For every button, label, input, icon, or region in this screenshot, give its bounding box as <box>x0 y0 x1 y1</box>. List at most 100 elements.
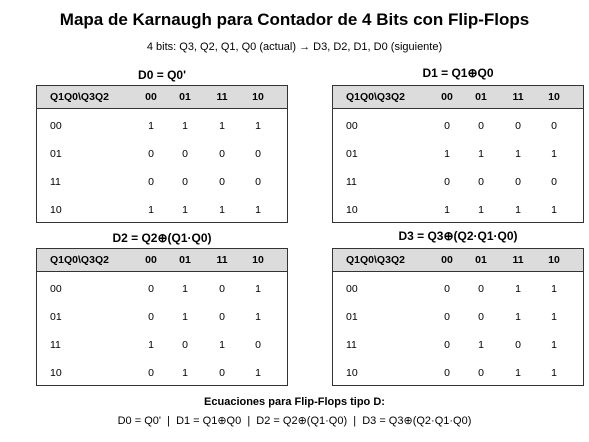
header-col-01: 01 <box>179 254 191 266</box>
cell: 1 <box>182 367 188 379</box>
cell: 0 <box>478 120 484 132</box>
table-row: 11 0 1 0 1 <box>333 332 583 360</box>
cell: 1 <box>515 367 521 379</box>
cell: 0 <box>182 176 188 188</box>
cell: 1 <box>551 311 557 323</box>
table-row: 00 0 1 0 1 <box>37 276 287 304</box>
cell: 0 <box>219 148 225 160</box>
cell: 0 <box>182 148 188 160</box>
cell: 1 <box>182 283 188 295</box>
table-row: 01 0 0 1 1 <box>333 304 583 332</box>
cell: 0 <box>478 283 484 295</box>
cell: 1 <box>219 339 225 351</box>
header-col-00: 00 <box>145 91 157 103</box>
table-row: 00 0 0 1 1 <box>333 276 583 304</box>
header-col-10: 10 <box>548 91 560 103</box>
cell: 0 <box>444 367 450 379</box>
map-title-d1: D1 = Q1⊕Q0 <box>422 66 494 80</box>
cell: 0 <box>515 120 521 132</box>
equations-text: D0 = Q0' | D1 = Q1⊕Q0 | D2 = Q2⊕(Q1·Q0) … <box>117 415 472 427</box>
kmap-d0: Q1Q0\Q3Q2 00 01 11 10 00 1 1 1 1 01 0 0 … <box>36 85 288 223</box>
table-row: 00 0 0 0 0 <box>333 113 583 141</box>
header-col-00: 00 <box>441 91 453 103</box>
cell: 0 <box>515 176 521 188</box>
row-label: 10 <box>50 367 62 379</box>
cell: 0 <box>148 176 154 188</box>
cell: 1 <box>255 283 261 295</box>
row-label: 01 <box>346 311 358 323</box>
cell: 0 <box>255 339 261 351</box>
row-label: 11 <box>50 339 61 351</box>
table-row: 11 0 0 0 0 <box>333 169 583 197</box>
cell: 0 <box>255 176 261 188</box>
table-row: 01 0 1 0 1 <box>37 304 287 332</box>
cell: 1 <box>182 120 188 132</box>
cell: 1 <box>551 283 557 295</box>
cell: 0 <box>478 367 484 379</box>
cell: 0 <box>444 283 450 295</box>
header-col-10: 10 <box>548 254 560 266</box>
cell: 1 <box>219 204 225 216</box>
table-row: 11 0 0 0 0 <box>37 169 287 197</box>
kmap-d2: Q1Q0\Q3Q2 00 01 11 10 00 0 1 0 1 01 0 1 … <box>36 248 288 386</box>
cell: 0 <box>148 311 154 323</box>
table-row: 00 1 1 1 1 <box>37 113 287 141</box>
kmap-d3: Q1Q0\Q3Q2 00 01 11 10 00 0 0 1 1 01 0 0 … <box>332 248 584 386</box>
map-title-d2: D2 = Q2⊕(Q1·Q0) <box>112 231 212 245</box>
cell: 0 <box>515 339 521 351</box>
kmap-d1: Q1Q0\Q3Q2 00 01 11 10 00 0 0 0 0 01 1 1 … <box>332 85 584 223</box>
cell: 0 <box>148 367 154 379</box>
cell: 0 <box>182 339 188 351</box>
cell: 1 <box>148 204 154 216</box>
header-corner: Q1Q0\Q3Q2 <box>50 254 109 266</box>
cell: 0 <box>148 148 154 160</box>
map-title-d3: D3 = Q3⊕(Q2·Q1·Q0) <box>398 229 518 243</box>
header-col-11: 11 <box>216 254 228 266</box>
table-row: 10 1 1 1 1 <box>333 197 583 225</box>
row-label: 01 <box>346 148 358 160</box>
row-label: 00 <box>50 120 62 132</box>
cell: 0 <box>551 120 557 132</box>
table-row: 10 0 0 1 1 <box>333 360 583 388</box>
cell: 1 <box>219 120 225 132</box>
header-col-00: 00 <box>145 254 157 266</box>
header-col-01: 01 <box>475 254 487 266</box>
row-label: 00 <box>346 283 358 295</box>
kmap-header: Q1Q0\Q3Q2 00 01 11 10 <box>333 86 583 109</box>
row-label: 00 <box>50 283 62 295</box>
cell: 1 <box>515 311 521 323</box>
cell: 1 <box>515 283 521 295</box>
table-row: 10 1 1 1 1 <box>37 197 287 225</box>
cell: 1 <box>182 311 188 323</box>
header-col-11: 11 <box>512 254 524 266</box>
header-corner: Q1Q0\Q3Q2 <box>50 91 109 103</box>
cell: 0 <box>219 176 225 188</box>
cell: 1 <box>255 311 261 323</box>
row-label: 10 <box>346 367 358 379</box>
cell: 1 <box>444 204 450 216</box>
kmap-header: Q1Q0\Q3Q2 00 01 11 10 <box>333 249 583 272</box>
header-col-10: 10 <box>252 254 264 266</box>
cell: 0 <box>444 176 450 188</box>
header-col-10: 10 <box>252 91 264 103</box>
row-label: 11 <box>346 176 357 188</box>
cell: 1 <box>515 148 521 160</box>
header-col-00: 00 <box>441 254 453 266</box>
cell: 0 <box>478 176 484 188</box>
cell: 0 <box>219 367 225 379</box>
row-label: 11 <box>346 339 357 351</box>
cell: 0 <box>255 148 261 160</box>
header-corner: Q1Q0\Q3Q2 <box>346 91 405 103</box>
cell: 1 <box>148 120 154 132</box>
cell: 1 <box>515 204 521 216</box>
page-subtitle: 4 bits: Q3, Q2, Q1, Q0 (actual) → D3, D2… <box>146 41 443 53</box>
cell: 0 <box>219 311 225 323</box>
cell: 1 <box>478 339 484 351</box>
cell: 0 <box>148 283 154 295</box>
kmap-header: Q1Q0\Q3Q2 00 01 11 10 <box>37 249 287 272</box>
row-label: 11 <box>50 176 61 188</box>
cell: 0 <box>478 311 484 323</box>
cell: 1 <box>478 204 484 216</box>
cell: 1 <box>148 339 154 351</box>
table-row: 01 1 1 1 1 <box>333 141 583 169</box>
